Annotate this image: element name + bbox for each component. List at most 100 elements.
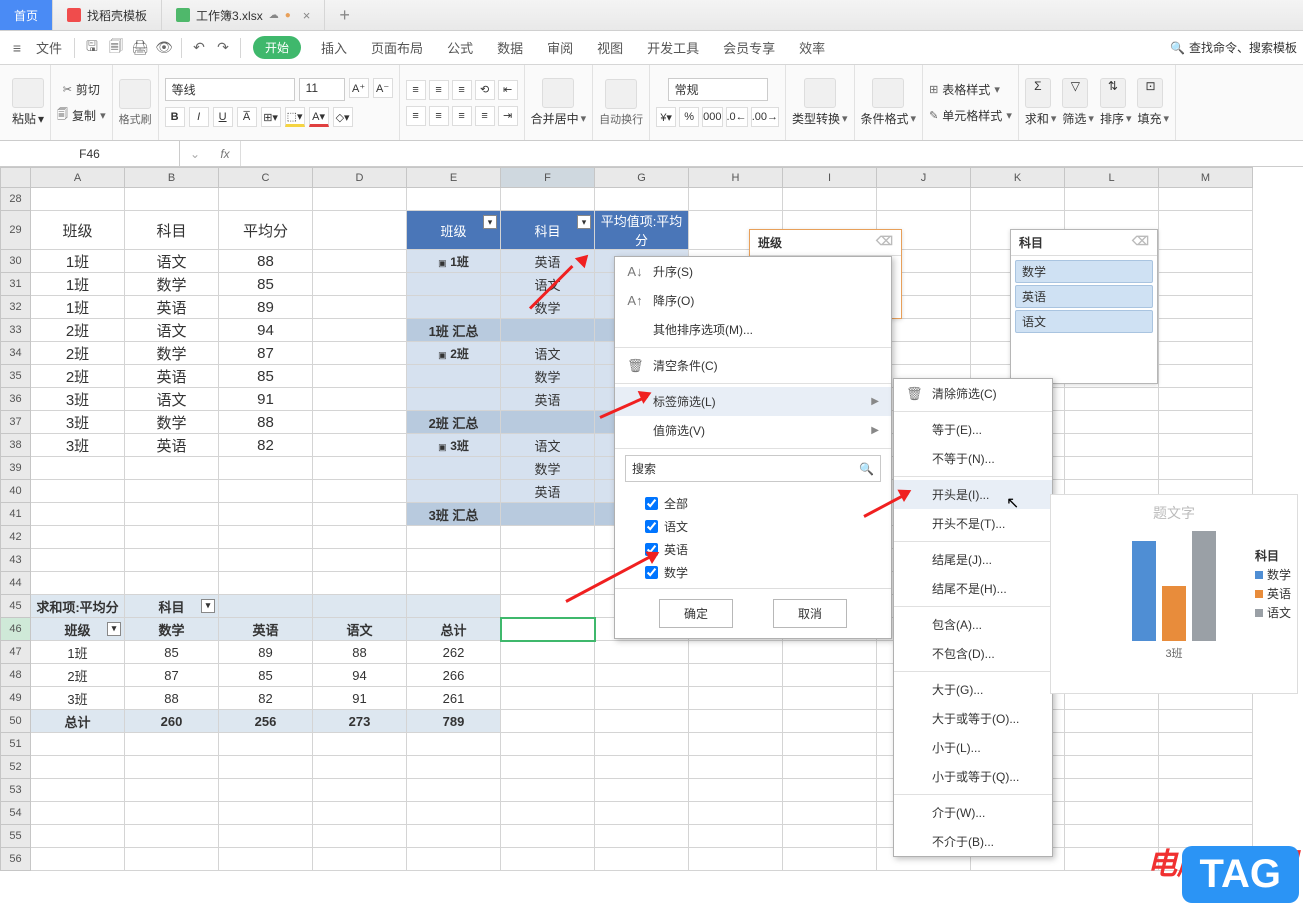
row-header[interactable]: 46 bbox=[1, 618, 31, 641]
col-header[interactable]: M bbox=[1159, 168, 1253, 188]
menu-item[interactable]: 数据 bbox=[485, 41, 535, 56]
filter-button[interactable]: ▾ bbox=[483, 215, 497, 229]
row-header[interactable]: 30 bbox=[1, 250, 31, 273]
row-header[interactable]: 36 bbox=[1, 388, 31, 411]
undo-icon[interactable]: ↶ bbox=[188, 37, 210, 59]
col-header[interactable]: D bbox=[313, 168, 407, 188]
percent-icon[interactable]: % bbox=[679, 107, 699, 127]
orientation-icon[interactable]: ⟲ bbox=[475, 80, 495, 100]
fill-color-icon[interactable]: ⬚▾ bbox=[285, 107, 305, 127]
row-header[interactable]: 54 bbox=[1, 802, 31, 825]
col-header[interactable]: K bbox=[971, 168, 1065, 188]
clear-format-icon[interactable]: ◇▾ bbox=[333, 107, 353, 127]
filter-op-item[interactable]: 结尾是(J)... bbox=[894, 545, 1052, 574]
filter-op-item[interactable]: 介于(W)... bbox=[894, 798, 1052, 827]
row-header[interactable]: 41 bbox=[1, 503, 31, 526]
format-painter-icon[interactable] bbox=[119, 79, 151, 109]
row-header[interactable]: 34 bbox=[1, 342, 31, 365]
row-header[interactable]: 35 bbox=[1, 365, 31, 388]
row-header[interactable]: 32 bbox=[1, 296, 31, 319]
close-icon[interactable]: × bbox=[303, 8, 311, 23]
preview-icon[interactable]: 👁 bbox=[153, 37, 175, 59]
underline-button[interactable]: U bbox=[213, 107, 233, 127]
row-header[interactable]: 31 bbox=[1, 273, 31, 296]
tab-workbook[interactable]: 工作簿3.xlsx☁●× bbox=[162, 0, 325, 30]
filter-check[interactable]: 全部 bbox=[645, 492, 861, 515]
row-header[interactable]: 44 bbox=[1, 572, 31, 595]
filter-check[interactable]: 数学 bbox=[645, 561, 861, 584]
print-icon[interactable]: 🖨 bbox=[129, 37, 151, 59]
italic-button[interactable]: I bbox=[189, 107, 209, 127]
filter-op-item[interactable]: 开头不是(T)... bbox=[894, 509, 1052, 538]
filter-icon[interactable]: ▽ bbox=[1062, 78, 1088, 108]
align-right-icon[interactable]: ≡ bbox=[452, 106, 472, 126]
cancel-button[interactable]: 取消 bbox=[773, 599, 847, 628]
filter-button[interactable]: ▾ bbox=[577, 215, 591, 229]
slicer-subject[interactable]: 科目⌫ 数学英语语文 bbox=[1010, 229, 1158, 384]
col-header[interactable]: H bbox=[689, 168, 783, 188]
row-header[interactable]: 47 bbox=[1, 641, 31, 664]
cell-style-button[interactable]: ✎ 单元格样式▾ bbox=[929, 104, 1012, 128]
formula-input[interactable] bbox=[240, 141, 1303, 166]
col-header[interactable]: A bbox=[31, 168, 125, 188]
paste-label[interactable]: 粘贴 bbox=[12, 110, 36, 127]
align-center-icon[interactable]: ≡ bbox=[429, 106, 449, 126]
menu-item[interactable]: 页面布局 bbox=[359, 41, 435, 56]
cancel-fx-icon[interactable]: ⌄ bbox=[180, 147, 210, 161]
chevron-down-icon[interactable]: ▾ bbox=[38, 112, 44, 126]
align-left-icon[interactable]: ≡ bbox=[406, 106, 426, 126]
ok-button[interactable]: 确定 bbox=[659, 599, 733, 628]
condfmt-icon[interactable] bbox=[872, 78, 904, 108]
row-header[interactable]: 52 bbox=[1, 756, 31, 779]
wrap-icon[interactable] bbox=[605, 79, 637, 109]
col-header[interactable]: I bbox=[783, 168, 877, 188]
filter-op-item[interactable]: 不包含(D)... bbox=[894, 639, 1052, 668]
menu-item[interactable]: 会员专享 bbox=[711, 41, 787, 56]
typeconv-icon[interactable] bbox=[804, 78, 836, 108]
label-filter-item[interactable]: 标签筛选(L)▶ bbox=[615, 387, 891, 416]
save-as-icon[interactable]: 🗐 bbox=[105, 37, 127, 59]
save-icon[interactable]: 🖫 bbox=[81, 37, 103, 59]
decrease-font-icon[interactable]: A⁻ bbox=[373, 78, 393, 98]
align-bottom-icon[interactable]: ≡ bbox=[452, 80, 472, 100]
filter-op-item[interactable]: 不等于(N)... bbox=[894, 444, 1052, 473]
slicer-item[interactable]: 语文 bbox=[1015, 310, 1153, 333]
sort-desc-item[interactable]: A↑降序(O) bbox=[615, 286, 891, 315]
col-header[interactable]: C bbox=[219, 168, 313, 188]
row-header[interactable]: 37 bbox=[1, 411, 31, 434]
row-header[interactable]: 49 bbox=[1, 687, 31, 710]
row-header[interactable]: 50 bbox=[1, 710, 31, 733]
fx-icon[interactable]: fx bbox=[210, 147, 240, 161]
sort-icon[interactable]: ⇅ bbox=[1100, 78, 1126, 108]
slicer-item[interactable]: 数学 bbox=[1015, 260, 1153, 283]
sum-icon[interactable]: Σ bbox=[1025, 78, 1051, 108]
col-header[interactable]: F bbox=[501, 168, 595, 188]
format-painter-label[interactable]: 格式刷 bbox=[119, 111, 152, 127]
font-family-select[interactable]: 等线 bbox=[165, 78, 295, 101]
filter-op-item[interactable]: 结尾不是(H)... bbox=[894, 574, 1052, 603]
new-tab-button[interactable]: + bbox=[325, 0, 364, 30]
dec-inc-icon[interactable]: .0← bbox=[726, 107, 748, 127]
dec-dec-icon[interactable]: .00→ bbox=[751, 107, 779, 127]
filter-op-item[interactable]: 等于(E)... bbox=[894, 415, 1052, 444]
col-header[interactable]: G bbox=[595, 168, 689, 188]
slicer-clear-icon[interactable]: ⌫ bbox=[1132, 234, 1149, 251]
sort-asc-item[interactable]: A↓升序(S) bbox=[615, 257, 891, 286]
align-middle-icon[interactable]: ≡ bbox=[429, 80, 449, 100]
col-header[interactable]: L bbox=[1065, 168, 1159, 188]
table-style-button[interactable]: ⊞ 表格样式▾ bbox=[929, 78, 1000, 102]
increase-font-icon[interactable]: A⁺ bbox=[349, 78, 369, 98]
filter-check[interactable]: 英语 bbox=[645, 538, 861, 561]
value-filter-item[interactable]: 值筛选(V)▶ bbox=[615, 416, 891, 445]
filter-check[interactable]: 语文 bbox=[645, 515, 861, 538]
slicer-item[interactable]: 英语 bbox=[1015, 285, 1153, 308]
row-header[interactable]: 29 bbox=[1, 211, 31, 250]
filter-op-item[interactable]: 小于或等于(Q)... bbox=[894, 762, 1052, 791]
more-sort-item[interactable]: 其他排序选项(M)... bbox=[615, 315, 891, 344]
filter-op-item[interactable]: 开头是(I)... bbox=[894, 480, 1052, 509]
bold-button[interactable]: B bbox=[165, 107, 185, 127]
menu-icon[interactable]: ≡ bbox=[6, 37, 28, 59]
row-header[interactable]: 43 bbox=[1, 549, 31, 572]
currency-icon[interactable]: ¥▾ bbox=[656, 107, 676, 127]
redo-icon[interactable]: ↷ bbox=[212, 37, 234, 59]
